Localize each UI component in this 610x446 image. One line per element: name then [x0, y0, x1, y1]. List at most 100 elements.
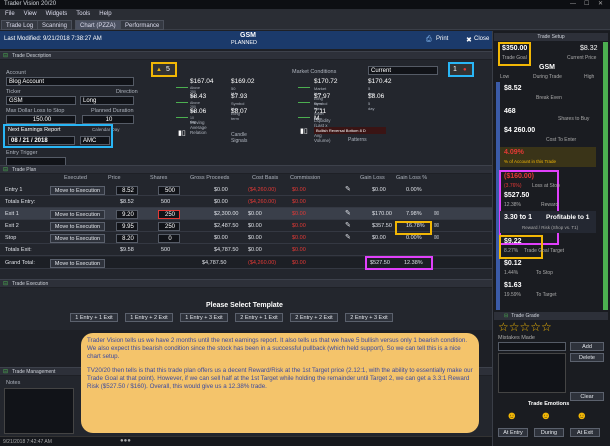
shares-stepper[interactable]: 250 — [158, 221, 180, 231]
menu-file[interactable]: File — [5, 11, 15, 17]
edit-icon[interactable]: ✎ — [345, 208, 351, 220]
stat-label: Patterns — [348, 137, 367, 143]
move-to-execution-button[interactable]: Move to Execution — [50, 258, 105, 268]
status-indicator-icon: ●●● — [120, 438, 131, 444]
template-button[interactable]: 1 Entry + 2 Exit — [125, 313, 173, 322]
edit-icon[interactable]: ✎ — [345, 220, 351, 232]
tab-chart[interactable]: Chart (PZZA) — [75, 20, 121, 30]
move-to-execution-button[interactable]: Move to Execution — [50, 185, 105, 195]
stat-value: $8.06 — [368, 93, 385, 100]
emotion-during-icon[interactable]: ☻ — [540, 410, 552, 422]
stat-value: $170.72 — [314, 78, 338, 85]
stat-label: Moving Average Relation — [190, 120, 207, 135]
shares-stepper[interactable]: 250 — [158, 209, 180, 219]
bearish-count: 1 — [453, 66, 457, 73]
edit-icon[interactable]: ✎ — [345, 232, 351, 244]
to-target-pct: 19.59% — [504, 292, 521, 298]
grand-total-comm: $0.00 — [292, 260, 306, 266]
collapse-icon[interactable]: ⊟ — [3, 368, 8, 376]
collapse-icon[interactable]: ⊟ — [3, 52, 8, 60]
price-stepper[interactable]: 8.52 — [116, 185, 138, 195]
delete-button[interactable]: Delete — [570, 353, 604, 362]
mistakes-label: Mistakes Made — [498, 335, 535, 341]
section-trade-description[interactable]: ⊟ Trade Description — [0, 51, 492, 59]
menu-view[interactable]: View — [24, 11, 37, 17]
tab-performance[interactable]: Performance — [120, 20, 165, 30]
notes-textarea[interactable] — [4, 388, 74, 434]
delete-row-icon[interactable]: ☒ — [434, 232, 439, 244]
template-title: Please Select Template — [206, 302, 283, 309]
emotion-during[interactable]: During — [534, 428, 564, 437]
add-button[interactable]: Add — [570, 342, 604, 351]
move-to-execution-button[interactable]: Move to Execution — [50, 209, 105, 219]
planned-duration-input[interactable]: 10 — [82, 115, 134, 124]
price-stepper[interactable]: 9.95 — [116, 221, 138, 231]
close-icon[interactable]: ✖ — [466, 36, 472, 44]
mistakes-select[interactable] — [498, 342, 566, 351]
maximize-icon[interactable]: ☐ — [584, 0, 589, 9]
delete-row-icon[interactable]: ☒ — [434, 220, 439, 232]
star-rating-icon[interactable]: ☆☆☆☆☆ — [498, 320, 552, 334]
emotion-at-entry[interactable]: At Entry — [498, 428, 528, 437]
header-status: PLANNED — [231, 40, 257, 46]
gross-proceeds: $0.00 — [214, 187, 228, 193]
price-stepper[interactable]: 9.20 — [116, 209, 138, 219]
ticker-input[interactable]: GSM — [6, 96, 76, 105]
template-button[interactable]: 2 Entry + 3 Exit — [345, 313, 393, 322]
collapse-icon[interactable]: ⊟ — [3, 280, 8, 288]
collapse-icon[interactable]: ⊟ — [3, 166, 8, 174]
close-window-icon[interactable]: ✕ — [598, 0, 603, 9]
commission: $0.00 — [292, 223, 306, 229]
close-button[interactable]: Close — [474, 36, 489, 42]
emotion-entry-icon[interactable]: ☻ — [506, 410, 518, 422]
trade-setup-header: Trade Setup — [494, 33, 608, 41]
template-button[interactable]: 1 Entry + 1 Exit — [70, 313, 118, 322]
shares-stepper[interactable]: 0 — [158, 233, 180, 243]
shares-stepper[interactable]: 500 — [158, 185, 180, 195]
mistakes-list[interactable] — [498, 353, 566, 393]
market-conditions-select[interactable]: Current — [368, 66, 438, 75]
spark-icon — [176, 78, 188, 88]
cost-value: $4 260.00 — [504, 127, 536, 134]
account-select[interactable]: Blog Account — [6, 77, 134, 86]
market-conditions-label: Market Conditions — [292, 69, 337, 75]
move-to-execution-button[interactable]: Move to Execution — [50, 233, 105, 243]
commission: $0.00 — [292, 235, 306, 241]
stat-value: $169.02 — [231, 78, 255, 85]
direction-select[interactable]: Long — [80, 96, 134, 105]
table-row: Totals Exit: $9.58 500 $4,787.50 $0.00 $0.00 — [0, 244, 492, 256]
edit-icon[interactable]: ✎ — [345, 184, 351, 196]
cost-basis: $0.00 — [248, 235, 262, 241]
total-price: $9.58 — [120, 247, 134, 253]
trade-grade-title: Trade Grade — [511, 313, 540, 319]
range-low: Low — [500, 74, 510, 80]
menu-widgets[interactable]: Widgets — [46, 11, 68, 17]
tab-trade-log[interactable]: Trade Log — [1, 20, 39, 30]
current-price-label: Current Price — [567, 55, 597, 61]
move-to-execution-button[interactable]: Move to Execution — [50, 221, 105, 231]
template-button[interactable]: 1 Entry + 3 Exit — [180, 313, 228, 322]
menu-help[interactable]: Help — [99, 11, 111, 17]
emotion-at-exit[interactable]: At Exit — [570, 428, 600, 437]
emotion-exit-icon[interactable]: ☻ — [576, 410, 588, 422]
bull-icon: ▲ — [156, 67, 162, 73]
minimize-icon[interactable]: — — [570, 0, 576, 9]
section-trade-plan[interactable]: ⊟ Trade Plan — [0, 165, 492, 173]
setup-symbol: GSM — [539, 64, 555, 71]
bear-icon: ● — [463, 67, 467, 73]
clear-button[interactable]: Clear — [570, 392, 604, 401]
template-button[interactable]: 2 Entry + 1 Exit — [235, 313, 283, 322]
template-button[interactable]: 2 Entry + 2 Exit — [290, 313, 338, 322]
max-loss-input[interactable]: 150.00 — [6, 115, 76, 124]
notes-label: Notes — [6, 380, 21, 386]
tab-scanning[interactable]: Scanning — [37, 20, 73, 30]
delete-row-icon[interactable]: ☒ — [434, 208, 439, 220]
spark-icon — [176, 108, 188, 118]
print-icon[interactable]: ⎙ — [426, 36, 432, 44]
pattern-icon: ▮▯ — [300, 128, 308, 135]
print-button[interactable]: Print — [436, 36, 448, 42]
menu-tools[interactable]: Tools — [76, 11, 90, 17]
price-stepper[interactable]: 8.20 — [116, 233, 138, 243]
collapse-icon[interactable]: ⊟ — [504, 313, 508, 319]
section-trade-execution[interactable]: ⊟ Trade Execution — [0, 279, 492, 287]
